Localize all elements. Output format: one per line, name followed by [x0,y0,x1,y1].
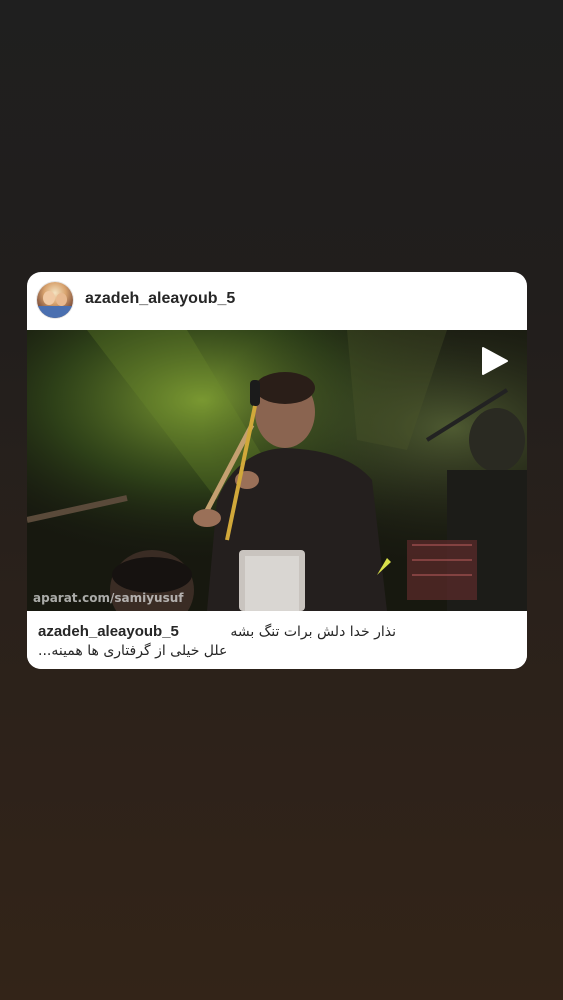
post-caption: azadeh_aleayoub_5 نذار خدا دلش برات تنگ … [27,611,527,669]
avatar-face-right [56,293,67,306]
video-watermark: aparat.com/samiyusuf [33,591,184,605]
caption-username[interactable]: azadeh_aleayoub_5 [38,623,179,640]
caption-text-line-2: علل خیلی از گرفتاری ها همینه... [38,643,228,659]
post-username[interactable]: azadeh_aleayoub_5 [85,290,235,308]
post-header: azadeh_aleayoub_5 [27,272,527,330]
play-icon[interactable] [481,346,509,376]
shared-post-card[interactable]: azadeh_aleayoub_5 aparat.com/samiyusuf a… [27,272,527,669]
post-video[interactable]: aparat.com/samiyusuf [27,330,527,611]
caption-text-line-1: نذار خدا دلش برات تنگ بشه [230,624,396,640]
avatar-clothing [37,306,73,318]
avatar-face-left [43,291,55,305]
profile-photo-icon[interactable] [37,282,73,318]
video-frame [27,330,527,611]
